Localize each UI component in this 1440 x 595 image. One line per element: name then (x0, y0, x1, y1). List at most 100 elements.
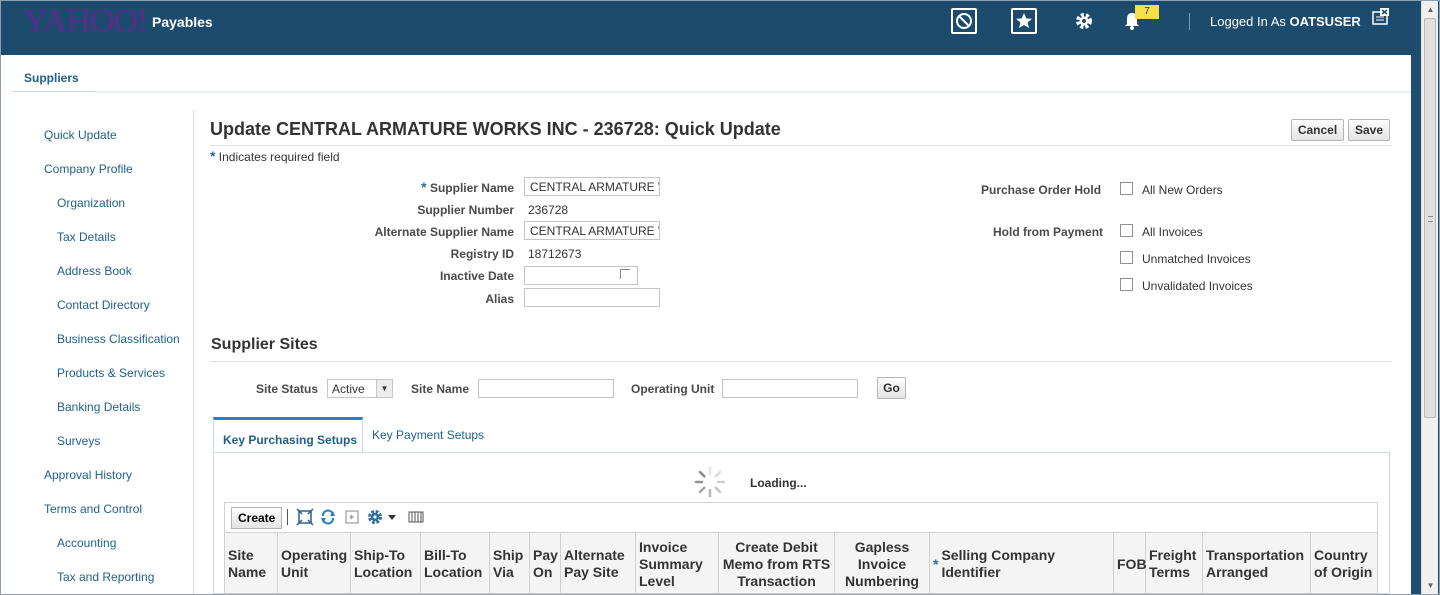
title-divider (210, 145, 1392, 146)
table-toolbar: Create (224, 502, 1378, 532)
nav-quick-update[interactable]: Quick Update (44, 128, 117, 142)
col-create-debit-memo[interactable]: Create Debit Memo from RTS Transaction (719, 533, 835, 594)
col-bill-to-location[interactable]: Bill-To Location (421, 533, 490, 594)
po-hold-label: Purchase Order Hold (981, 183, 1102, 197)
unvalidated-invoices-checkbox[interactable] (1120, 278, 1133, 291)
nav-contact-directory[interactable]: Contact Directory (57, 298, 150, 312)
scroll-up-arrow-icon[interactable]: ▲ (1422, 1, 1439, 18)
calendar-icon[interactable] (620, 269, 630, 279)
registry-id-label: Registry ID (450, 247, 514, 261)
col-gapless-invoice-numbering[interactable]: Gapless Invoice Numbering (835, 533, 930, 594)
toolbar-divider (287, 509, 288, 525)
col-selling-company-identifier[interactable]: * Selling Company Identifier (930, 533, 1114, 594)
supplier-number-label: Supplier Number (417, 203, 514, 217)
site-status-label: Site Status (256, 382, 319, 396)
nav-products-services[interactable]: Products & Services (57, 366, 165, 380)
site-status-select[interactable]: Active ▼ (327, 379, 393, 398)
col-alternate-pay-site[interactable]: Alternate Pay Site (561, 533, 636, 594)
sites-table-header: Site Name Operating Unit Ship-To Locatio… (224, 532, 1378, 594)
sites-divider (210, 361, 1392, 362)
nav-accounting[interactable]: Accounting (57, 536, 116, 550)
nav-address-book[interactable]: Address Book (57, 264, 132, 278)
header-divider (1189, 13, 1190, 30)
vertical-scrollbar[interactable]: ▲ ▼ (1421, 1, 1438, 594)
registry-id-value: 18712673 (528, 247, 582, 261)
tab-suppliers[interactable]: Suppliers (24, 71, 79, 85)
operating-unit-field[interactable] (722, 379, 858, 398)
page-title: Update CENTRAL ARMATURE WORKS INC - 2367… (210, 119, 781, 139)
logged-in-user: OATSUSER (1289, 14, 1361, 29)
required-field-note: * Indicates required field (210, 148, 340, 164)
selling-company-required-star: * (933, 555, 939, 572)
all-new-orders-checkbox[interactable] (1120, 182, 1133, 195)
operating-unit-label: Operating Unit (631, 382, 715, 396)
save-button[interactable]: Save (1348, 119, 1390, 141)
tab-key-purchasing-setups[interactable]: Key Purchasing Setups (213, 417, 363, 453)
main-panel: Update CENTRAL ARMATURE WORKS INC - 2367… (210, 55, 1410, 594)
required-note-text: Indicates required field (218, 150, 340, 164)
nav-organization[interactable]: Organization (57, 196, 125, 210)
col-invoice-summary-level[interactable]: Invoice Summary Level (636, 533, 719, 594)
close-icon[interactable] (1371, 7, 1391, 27)
nav-terms-and-control[interactable]: Terms and Control (44, 502, 142, 516)
app-name: Payables (152, 14, 213, 30)
nav-tax-and-reporting[interactable]: Tax and Reporting (57, 570, 154, 584)
cancel-button[interactable]: Cancel (1291, 119, 1344, 141)
settings-gear-icon[interactable] (1071, 8, 1097, 34)
detach-icon[interactable] (296, 508, 314, 526)
site-status-value: Active (332, 382, 365, 396)
col-selling-company-label: Selling Company Identifier (941, 547, 1056, 580)
scroll-down-arrow-icon[interactable]: ▼ (1422, 577, 1439, 594)
col-operating-unit[interactable]: Operating Unit (278, 533, 351, 594)
refresh-icon[interactable] (319, 508, 337, 526)
unmatched-invoices-checkbox[interactable] (1120, 251, 1133, 264)
col-ship-to-location[interactable]: Ship-To Location (351, 533, 421, 594)
favorites-star-icon[interactable] (1011, 8, 1037, 34)
table-settings-gear-icon[interactable] (366, 508, 384, 526)
nav-banking-details[interactable]: Banking Details (57, 400, 140, 414)
alias-field[interactable] (524, 288, 660, 307)
col-freight-terms[interactable]: Freight Terms (1146, 533, 1203, 594)
nav-surveys[interactable]: Surveys (57, 434, 100, 448)
supplier-name-required-star: * (421, 179, 427, 195)
scrollbar-thumb[interactable] (1424, 18, 1436, 418)
col-ship-via[interactable]: Ship Via (490, 533, 530, 594)
all-invoices-checkbox[interactable] (1120, 224, 1133, 237)
alternate-name-field[interactable]: CENTRAL ARMATURE WORKS INC (524, 221, 660, 240)
chevron-down-icon[interactable]: ▼ (376, 380, 392, 397)
side-navigation: Quick Update Company Profile Organizatio… (1, 110, 194, 594)
nav-company-profile[interactable]: Company Profile (44, 162, 133, 176)
alternate-name-label: Alternate Supplier Name (374, 225, 514, 239)
col-site-name[interactable]: Site Name (225, 533, 278, 594)
supplier-name-field[interactable]: CENTRAL ARMATURE WORKS INC (524, 177, 660, 196)
global-header: YAHOO! Payables 7 Logged In As OATSUSER (1, 1, 1420, 55)
col-country-of-origin[interactable]: Country of Origin (1311, 533, 1377, 594)
col-transportation-arranged[interactable]: Transportation Arranged (1203, 533, 1311, 594)
site-name-field[interactable] (478, 379, 614, 398)
supplier-name-label-wrap: * Supplier Name (421, 179, 514, 195)
nav-business-classification[interactable]: Business Classification (57, 332, 180, 346)
columns-icon[interactable] (407, 508, 425, 526)
create-button[interactable]: Create (231, 507, 283, 529)
notification-count-badge: 7 (1135, 5, 1159, 19)
required-star: * (210, 148, 216, 164)
site-name-label: Site Name (411, 382, 470, 396)
revert-icon[interactable] (342, 508, 360, 526)
logged-in-prefix: Logged In As (1210, 14, 1286, 29)
inactive-date-label: Inactive Date (439, 269, 514, 283)
nav-tax-details[interactable]: Tax Details (57, 230, 116, 244)
page-content: Suppliers Quick Update Company Profile O… (1, 55, 1411, 594)
logged-in-label: Logged In As OATSUSER (1210, 14, 1361, 29)
settings-dropdown-arrow-icon[interactable] (388, 515, 396, 520)
supplier-number-value: 236728 (528, 203, 569, 217)
supplier-name-label: Supplier Name (429, 181, 514, 195)
col-fob[interactable]: FOB (1114, 533, 1147, 594)
supplier-sites-heading: Supplier Sites (211, 336, 318, 353)
alias-label: Alias (485, 292, 514, 306)
no-entry-icon[interactable] (951, 8, 977, 34)
go-button[interactable]: Go (877, 377, 906, 399)
yahoo-logo[interactable]: YAHOO! (23, 3, 148, 41)
nav-approval-history[interactable]: Approval History (44, 468, 132, 482)
col-pay-on[interactable]: Pay On (530, 533, 561, 594)
tab-key-payment-setups[interactable]: Key Payment Setups (372, 428, 484, 442)
